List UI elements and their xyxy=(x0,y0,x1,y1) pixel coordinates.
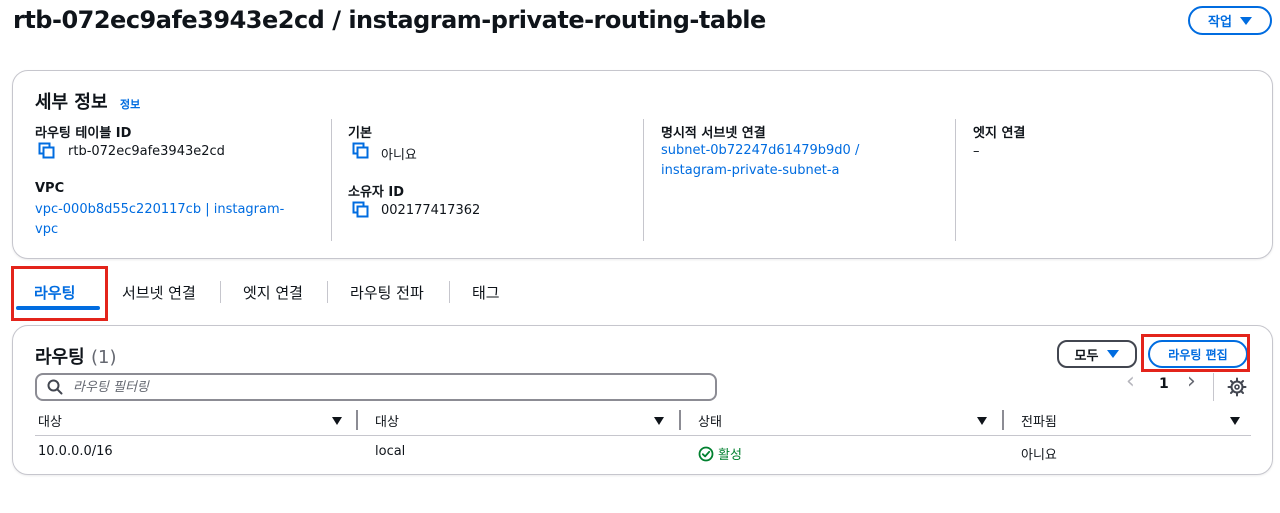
sort-caret-icon[interactable] xyxy=(654,417,664,425)
column-resizer[interactable] xyxy=(679,410,681,430)
cell-status: 활성 xyxy=(698,444,742,463)
details-title: 세부 정보 xyxy=(35,92,108,113)
column-resizer[interactable] xyxy=(1002,410,1004,430)
page-title: rtb-072ec9afe3943e2cd / instagram-privat… xyxy=(13,6,766,34)
pager-next-button[interactable]: › xyxy=(1187,369,1196,394)
pager-current-page[interactable]: 1 xyxy=(1159,376,1169,392)
main-label: 기본 xyxy=(348,126,372,141)
actions-button[interactable]: 작업 xyxy=(1188,6,1272,35)
cell-target: local xyxy=(375,444,406,459)
sort-caret-icon[interactable] xyxy=(977,417,987,425)
cell-destination: 10.0.0.0/16 xyxy=(38,444,113,459)
edge-association-label: 엣지 연결 xyxy=(973,126,1026,141)
column-divider xyxy=(331,119,332,241)
main-value: 아니요 xyxy=(381,148,417,163)
column-resizer[interactable] xyxy=(356,410,358,430)
column-header-destination[interactable]: 대상 xyxy=(38,411,62,430)
column-header-propagated[interactable]: 전파됨 xyxy=(1021,411,1057,430)
routes-count: (1) xyxy=(90,347,117,368)
details-panel: 세부 정보 정보 라우팅 테이블 ID rtb-072ec9afe3943e2c… xyxy=(12,70,1273,259)
pager-prev-button[interactable]: ‹ xyxy=(1126,369,1135,394)
search-icon xyxy=(47,379,63,395)
column-divider xyxy=(955,119,956,241)
route-search-input[interactable] xyxy=(73,379,673,395)
routes-panel: 라우팅 (1) 모두 라우팅 편집 ‹ 1 › 대상 대상 xyxy=(12,325,1273,475)
tab-subnet-associations[interactable]: 서브넷 연결 xyxy=(122,270,196,314)
explicit-subnet-label: 명시적 서브넷 연결 xyxy=(661,126,766,141)
actions-button-label: 작업 xyxy=(1208,15,1232,30)
copy-icon[interactable] xyxy=(352,142,370,160)
owner-id-value: 002177417362 xyxy=(381,203,481,218)
column-header-status[interactable]: 상태 xyxy=(698,411,722,430)
route-search[interactable] xyxy=(35,373,717,401)
tab-edge-associations[interactable]: 엣지 연결 xyxy=(243,270,303,314)
tab-tags[interactable]: 태그 xyxy=(472,270,500,314)
status-text: 활성 xyxy=(718,448,742,463)
tab-separator xyxy=(327,281,328,303)
copy-icon[interactable] xyxy=(38,142,56,160)
vpc-link[interactable]: vpc-000b8d55c220117cb | instagram-vpc xyxy=(35,200,305,240)
route-table-id-value: rtb-072ec9afe3943e2cd xyxy=(68,144,225,159)
explicit-subnet-link[interactable]: subnet-0b72247d61479b9d0 / instagram-pri… xyxy=(661,141,891,181)
copy-icon[interactable] xyxy=(352,201,370,219)
tab-route-propagation[interactable]: 라우팅 전파 xyxy=(350,270,424,314)
sort-caret-icon[interactable] xyxy=(1230,417,1240,425)
route-table-id-label: 라우팅 테이블 ID xyxy=(35,126,132,141)
column-divider xyxy=(643,119,644,241)
pager-separator xyxy=(1213,373,1214,401)
sort-caret-icon[interactable] xyxy=(332,417,342,425)
highlight-box xyxy=(11,266,108,321)
owner-id-label: 소유자 ID xyxy=(348,185,405,200)
cell-propagated: 아니요 xyxy=(1021,448,1057,463)
info-link[interactable]: 정보 xyxy=(120,96,140,112)
tab-separator xyxy=(449,281,450,303)
table-header-divider xyxy=(35,435,1251,436)
route-filter-select-value: 모두 xyxy=(1074,348,1099,364)
tab-separator xyxy=(220,281,221,303)
routes-title: 라우팅 (1) xyxy=(35,343,116,369)
check-circle-icon xyxy=(698,446,714,461)
caret-down-icon xyxy=(1107,350,1120,358)
caret-down-icon xyxy=(1239,16,1252,25)
highlight-box xyxy=(1141,334,1250,372)
settings-gear-icon[interactable] xyxy=(1227,377,1247,397)
column-header-target[interactable]: 대상 xyxy=(375,411,399,430)
edge-association-value: – xyxy=(973,144,980,159)
vpc-label: VPC xyxy=(35,181,65,196)
route-filter-select[interactable]: 모두 xyxy=(1057,340,1137,368)
routes-title-text: 라우팅 xyxy=(35,347,85,368)
